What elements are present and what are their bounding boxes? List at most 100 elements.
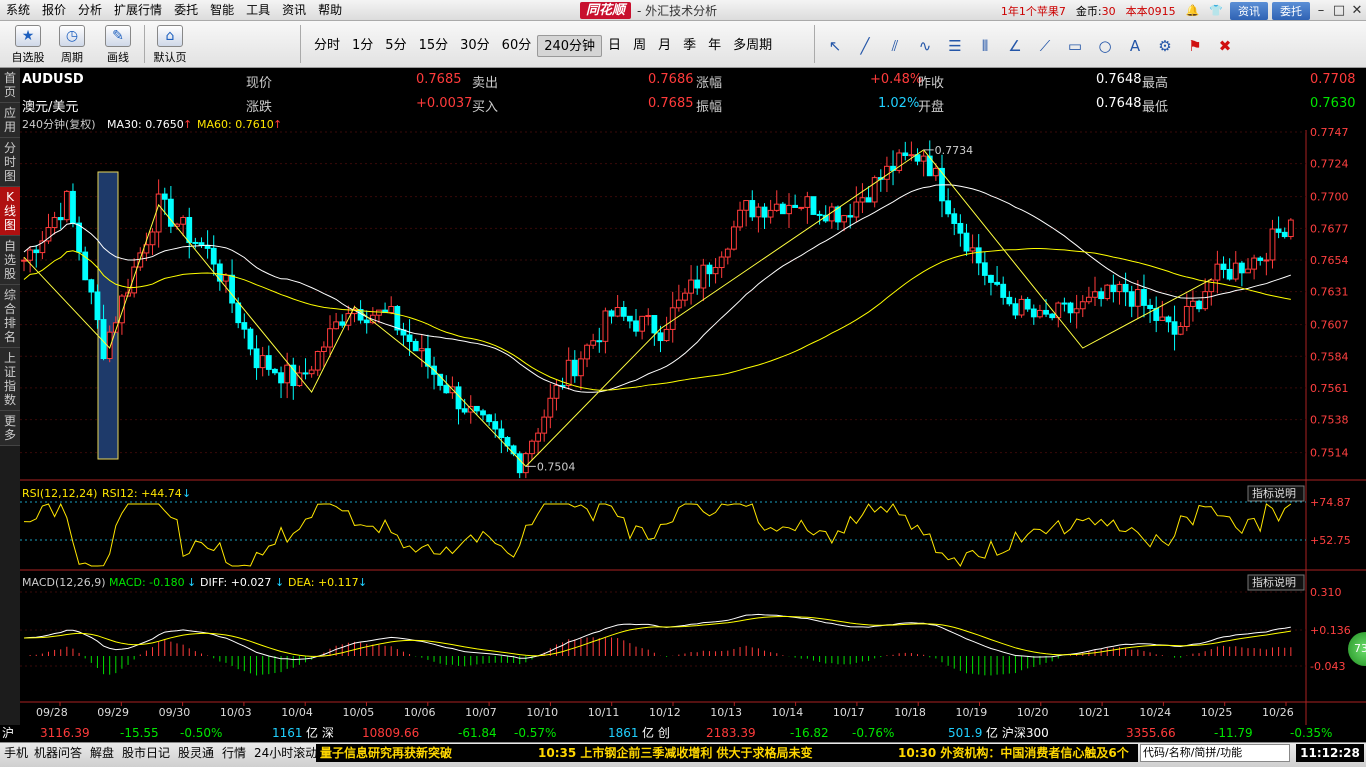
candle-body — [247, 328, 254, 350]
channel-tool-icon[interactable]: ⟋ — [1030, 35, 1060, 57]
tab-unlock[interactable]: 解盘 — [88, 745, 116, 761]
candle-body — [363, 319, 370, 324]
period-tab-6[interactable]: 240分钟 — [537, 35, 603, 57]
delete-icon[interactable]: ✖ — [1210, 35, 1240, 57]
menu-item-0[interactable]: 系统 — [0, 0, 36, 21]
candle-body — [21, 259, 27, 262]
candle-body — [1067, 302, 1074, 314]
brand: 同花顺 - 外汇技术分析 — [580, 1, 717, 20]
period-tab-12[interactable]: 多周期 — [727, 35, 778, 57]
candle-body — [945, 200, 952, 215]
menu-item-8[interactable]: 帮助 — [312, 0, 348, 21]
default-page-button[interactable]: ⌂ 默认页 — [148, 24, 192, 66]
left-tab-5[interactable]: 综合排名 — [0, 285, 20, 348]
candle-body — [1006, 296, 1013, 305]
shirt-icon[interactable]: 👕 — [1209, 4, 1223, 17]
tab-quote[interactable]: 行情 — [220, 745, 248, 761]
hs-change: -11.79 — [1214, 726, 1253, 740]
candle-body — [314, 351, 321, 371]
price-tick: 0.7561 — [1310, 382, 1349, 395]
menu-item-2[interactable]: 分析 — [72, 0, 108, 21]
news-button[interactable]: 资讯 — [1230, 1, 1268, 20]
menu-item-5[interactable]: 智能 — [204, 0, 240, 21]
rect-tool-icon[interactable]: ▭ — [1060, 35, 1090, 57]
candle-body — [1061, 302, 1068, 305]
period-tab-9[interactable]: 月 — [652, 35, 677, 57]
bottom-bar: 手机 机器问答 解盘 股市日记 股灵通 行情 24小时滚动 量子信息研究再获新突… — [0, 742, 1366, 767]
toolbar: ★ 自选股 ◷ 周期 ✎ 画线 ⌂ 默认页 分时 1分 5分 15分 30分 60分 240分钟日周… — [0, 21, 1366, 68]
tab-lingtong[interactable]: 股灵通 — [176, 745, 216, 761]
left-tab-4[interactable]: 自选股 — [0, 236, 20, 285]
candle-body — [1079, 301, 1086, 310]
ma60-up-arrow-icon: ↑ — [273, 118, 282, 131]
period-tab-5[interactable]: 60分 — [496, 35, 538, 57]
tab-diary[interactable]: 股市日记 — [120, 745, 172, 761]
left-tab-6[interactable]: 上证指数 — [0, 348, 20, 411]
period-tab-4[interactable]: 30分 — [454, 35, 496, 57]
minimize-icon[interactable]: – — [1312, 3, 1330, 18]
menu-item-7[interactable]: 资讯 — [276, 0, 312, 21]
candle-body — [767, 209, 774, 218]
trade-button[interactable]: 委托 — [1272, 1, 1310, 20]
tab-qa[interactable]: 机器问答 — [32, 745, 84, 761]
candle-body — [994, 281, 1000, 285]
period-tab-8[interactable]: 周 — [627, 35, 652, 57]
menu-item-6[interactable]: 工具 — [240, 0, 276, 21]
period-tab-7[interactable]: 日 — [602, 35, 627, 57]
candle-body — [1251, 257, 1258, 270]
candle-body — [1012, 303, 1019, 316]
menu-item-4[interactable]: 委托 — [168, 0, 204, 21]
draw-tools: ↖ ╱ ⫽ ∿ ☰ ⦀ ∠ ⟋ ▭ ○ A ⚙ ⚑ ✖ — [820, 35, 1240, 57]
candle-body — [529, 440, 535, 455]
bars-tool-icon[interactable]: ⦀ — [970, 35, 1000, 57]
candle-body — [578, 358, 584, 377]
period-tab-11[interactable]: 年 — [702, 35, 727, 57]
news-ticker[interactable]: 量子信息研究再获新突破 10:35 上市钢企前三季减收增利 供大于求格局未变 1… — [316, 744, 1138, 762]
text-tool-icon[interactable]: A — [1120, 35, 1150, 57]
parallel-tool-icon[interactable]: ⫽ — [880, 35, 910, 57]
draw-button[interactable]: ✎ 画线 — [96, 24, 140, 66]
period-tab-1[interactable]: 1分 — [346, 35, 379, 57]
bookmark-icon[interactable]: ⚑ — [1180, 35, 1210, 57]
candle-body — [333, 321, 340, 330]
watchlist-button[interactable]: ★ 自选股 — [6, 24, 50, 66]
candle-body — [694, 279, 701, 289]
candle-body — [406, 334, 413, 342]
candle-body — [841, 215, 847, 223]
period-button[interactable]: ◷ 周期 — [50, 24, 94, 66]
bell-icon[interactable]: 🔔 — [1186, 4, 1200, 17]
left-tab-2[interactable]: 分时图 — [0, 138, 20, 187]
left-tab-0[interactable]: 首页 — [0, 68, 20, 103]
cursor-icon[interactable]: ↖ — [820, 35, 850, 57]
fib-tool-icon[interactable]: ☰ — [940, 35, 970, 57]
menu-item-1[interactable]: 报价 — [36, 0, 72, 21]
settings-icon[interactable]: ⚙ — [1150, 35, 1180, 57]
candle-body — [1000, 283, 1007, 298]
promo-link[interactable]: 1年1个苹果7 — [1001, 3, 1066, 19]
code-search-input[interactable]: 代码/名称/简拼/功能 — [1140, 744, 1290, 762]
candle-body — [1037, 309, 1043, 318]
kline-chart-svg[interactable]: 240分钟(复权) MA30: 0.7650 ↑ MA60: 0.7610 ↑ … — [20, 68, 1366, 725]
close-icon[interactable]: ✕ — [1348, 3, 1366, 18]
rsi-help-label: 指标说明 — [1252, 486, 1296, 500]
line-tool-icon[interactable]: ╱ — [850, 35, 880, 57]
rsi-line — [23, 502, 1292, 567]
left-tab-3[interactable]: K线图 — [0, 187, 20, 236]
left-tab-1[interactable]: 应用 — [0, 103, 20, 138]
period-tab-10[interactable]: 季 — [677, 35, 702, 57]
username[interactable]: 本本0915 — [1126, 3, 1176, 19]
candle-body — [639, 315, 646, 332]
period-tab-2[interactable]: 5分 — [379, 35, 412, 57]
period-tab-0[interactable]: 分时 — [308, 35, 346, 57]
ellipse-tool-icon[interactable]: ○ — [1090, 35, 1120, 57]
menu-item-3[interactable]: 扩展行情 — [108, 0, 168, 21]
tab-24h[interactable]: 24小时滚动 — [252, 745, 319, 761]
angle-tool-icon[interactable]: ∠ — [1000, 35, 1030, 57]
wave-tool-icon[interactable]: ∿ — [910, 35, 940, 57]
toolbar-divider — [144, 25, 145, 63]
period-tab-3[interactable]: 15分 — [413, 35, 455, 57]
candle-body — [1257, 257, 1264, 261]
left-tab-7[interactable]: 更多 — [0, 411, 20, 446]
tab-mobile[interactable]: 手机 — [2, 745, 30, 761]
maximize-icon[interactable]: □ — [1330, 3, 1348, 18]
